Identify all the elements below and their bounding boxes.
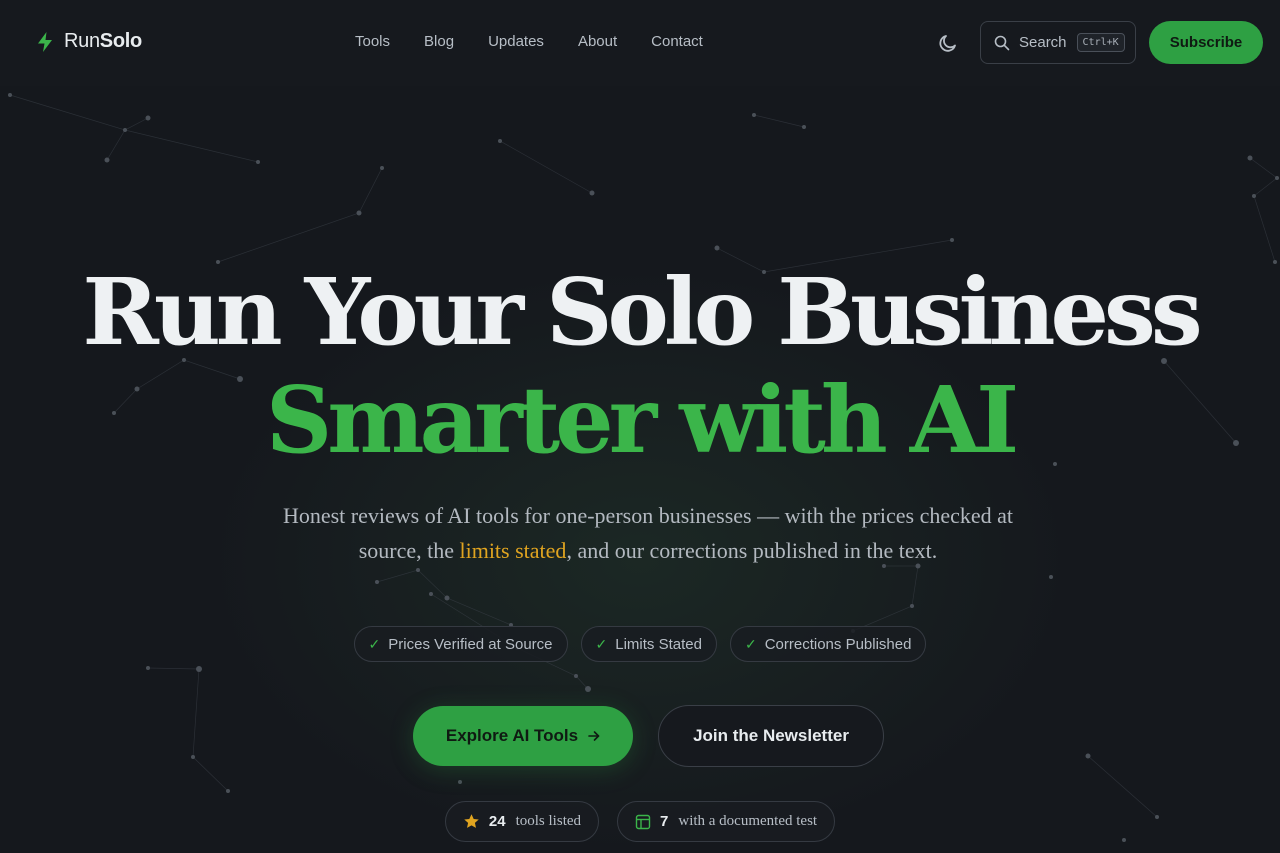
search-label: Search — [1019, 34, 1067, 51]
brand-logo[interactable]: RunSolo — [36, 30, 142, 53]
subscribe-button[interactable]: Subscribe — [1149, 21, 1263, 64]
arrow-right-icon — [588, 731, 600, 741]
badge-prices-verified: ✓ Prices Verified at Source — [353, 626, 568, 662]
join-newsletter-button[interactable]: Join the Newsletter — [658, 705, 884, 767]
badge-limits-stated: ✓ Limits Stated — [580, 626, 717, 662]
theme-toggle-button[interactable] — [936, 31, 960, 55]
stat-documented-tests: 7 with a documented test — [617, 801, 836, 842]
site-header: RunSolo Tools Blog Updates About Contact… — [0, 0, 1280, 86]
hero-headline-line2: Smarter with AI — [265, 366, 1019, 474]
table-icon — [635, 814, 651, 829]
search-button[interactable]: Search Ctrl+K — [980, 21, 1136, 64]
hero-subtitle: Honest reviews of AI tools for one-perso… — [282, 503, 1014, 563]
check-icon: ✓ — [368, 635, 381, 652]
star-icon — [464, 814, 479, 828]
stats-row: 24 tools listed 7 with a documented test — [0, 801, 1280, 842]
check-icon: ✓ — [595, 635, 608, 652]
check-icon: ✓ — [744, 635, 757, 652]
search-shortcut: Ctrl+K — [1076, 33, 1125, 52]
stat-tools-listed: 24 tools listed — [444, 801, 600, 842]
lightning-icon — [38, 31, 52, 52]
nav-item-blog[interactable]: Blog — [424, 33, 454, 50]
moon-icon — [939, 35, 956, 52]
main-nav: Tools Blog Updates About Contact — [355, 33, 737, 50]
nav-item-about[interactable]: About — [578, 33, 617, 50]
explore-tools-button[interactable]: Explore AI Tools — [413, 706, 633, 766]
brand-name: RunSolo — [64, 30, 142, 52]
hero-headline-line1: Run Your Solo Business — [82, 258, 1202, 366]
subtitle-highlight: limits stated — [459, 538, 567, 563]
nav-item-updates[interactable]: Updates — [488, 33, 544, 50]
badge-corrections-published: ✓ Corrections Published — [729, 626, 927, 662]
trust-badges: ✓ Prices Verified at Source ✓ Limits Sta… — [0, 626, 1280, 662]
search-icon — [994, 35, 1010, 50]
nav-item-tools[interactable]: Tools — [355, 33, 390, 50]
nav-item-contact[interactable]: Contact — [651, 33, 703, 50]
